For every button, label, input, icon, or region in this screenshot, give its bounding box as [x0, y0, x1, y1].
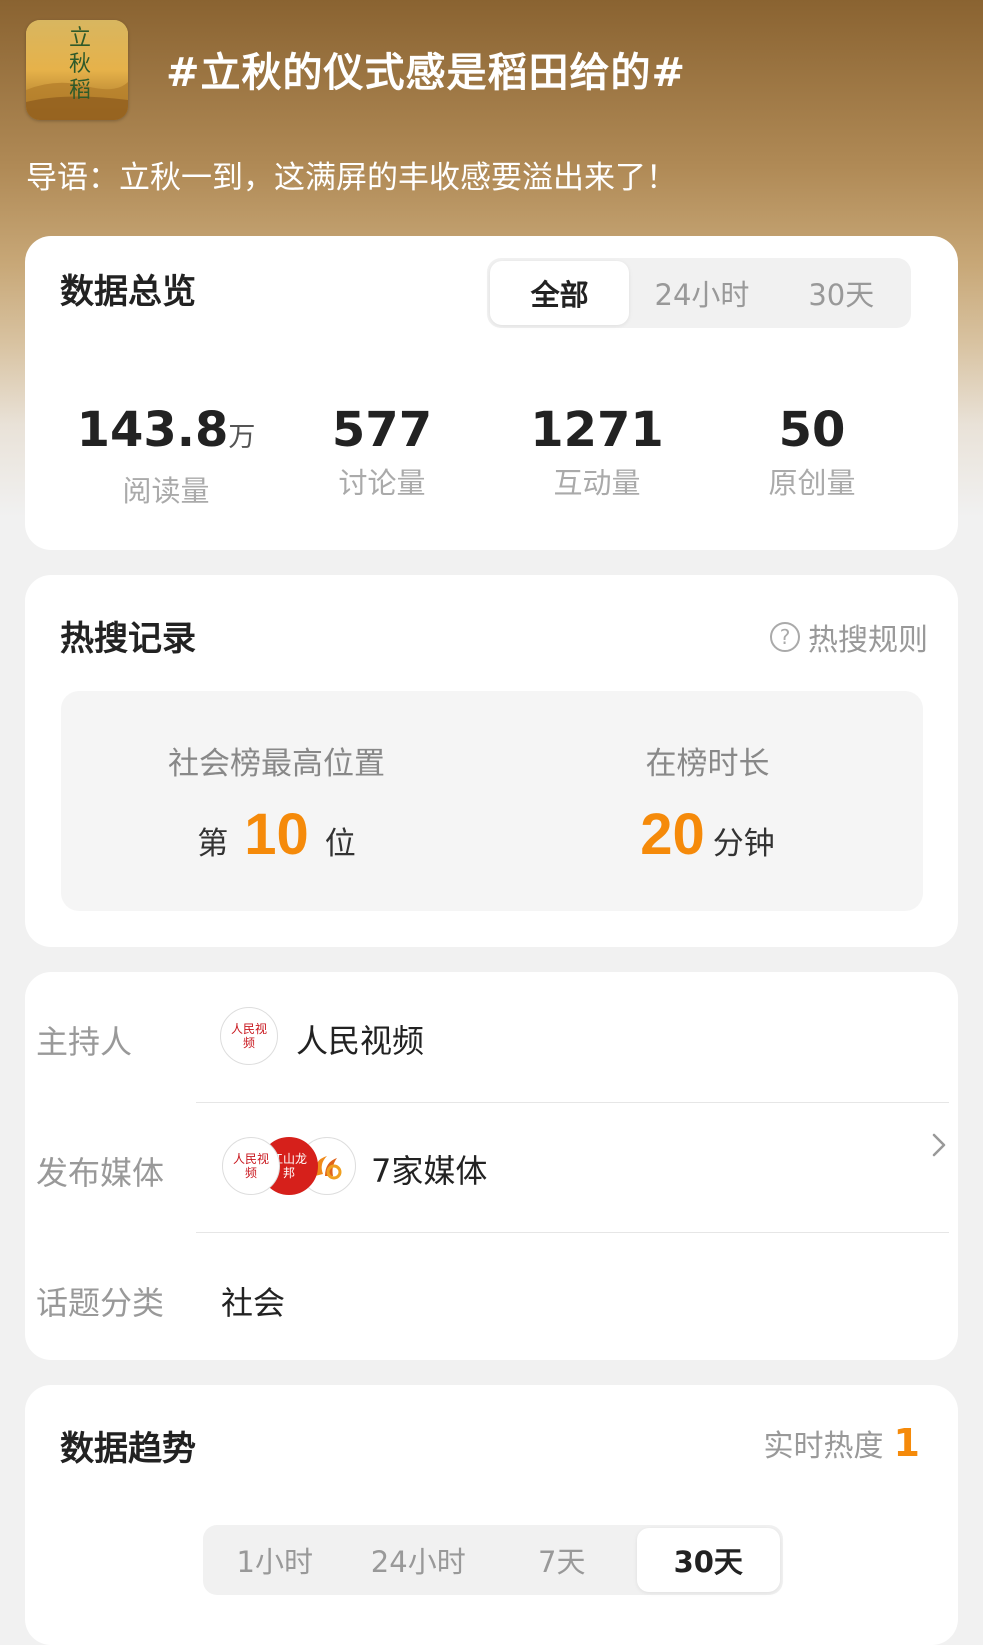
- tab-1h[interactable]: 1小时: [203, 1525, 347, 1595]
- media-avatar-1-text: 人民视频: [233, 1152, 270, 1180]
- hot-duration-value: 20: [640, 802, 705, 867]
- category-label: 话题分类: [36, 1284, 165, 1322]
- hot-rank-suffix: 位: [324, 826, 356, 862]
- divider: [196, 1102, 949, 1103]
- host-avatar[interactable]: 人民视频: [220, 1007, 278, 1065]
- tab-7d[interactable]: 7天: [490, 1525, 634, 1595]
- hot-search-rules-link[interactable]: ? 热搜规则: [770, 615, 928, 659]
- trend-card: 数据趋势 实时热度 1 1小时 24小时 7天 30天: [25, 1385, 958, 1645]
- overview-title: 数据总览: [60, 272, 196, 312]
- media-label: 发布媒体: [36, 1154, 165, 1192]
- stat-discussions-value: 577: [331, 402, 433, 458]
- hot-rank-value-row: 第 10 位: [61, 803, 492, 867]
- realtime-heat-label: 实时热度: [763, 1429, 884, 1464]
- topic-title: #立秋的仪式感是稻田给的#: [166, 50, 687, 96]
- host-label: 主持人: [36, 1023, 133, 1061]
- chevron-right-icon[interactable]: [929, 1130, 949, 1164]
- tab-24h[interactable]: 24小时: [632, 258, 771, 328]
- stat-originals-value: 50: [778, 402, 846, 458]
- hot-rank: 社会榜最高位置 第 10 位: [61, 691, 492, 911]
- stat-interactions-value: 1271: [530, 402, 664, 458]
- host-name[interactable]: 人民视频: [296, 1016, 424, 1062]
- realtime-heat-value: 1: [893, 1421, 920, 1465]
- media-avatar-1: 人民视频: [222, 1137, 280, 1195]
- topic-thumbnail: 立秋稻: [26, 20, 128, 120]
- hot-rank-label: 社会榜最高位置: [168, 746, 385, 782]
- host-avatar-text: 人民视频: [231, 1022, 268, 1050]
- tab-30d[interactable]: 30天: [772, 258, 911, 328]
- stat-reads-label: 阅读量: [122, 474, 210, 508]
- hot-duration-value-row: 20 分钟: [492, 803, 923, 867]
- topic-intro: 导语：立秋一到，这满屏的丰收感要溢出来了！: [26, 160, 677, 196]
- stat-interactions-label: 互动量: [553, 466, 641, 500]
- trend-period-tabs: 1小时 24小时 7天 30天: [203, 1525, 783, 1595]
- stat-discussions[interactable]: 577 讨论量: [282, 400, 482, 502]
- hot-duration-suffix: 分钟: [712, 826, 775, 862]
- stat-originals[interactable]: 50 原创量: [712, 400, 912, 502]
- stat-interactions[interactable]: 1271 互动量: [497, 400, 697, 502]
- overview-period-tabs: 全部 24小时 30天: [487, 258, 911, 328]
- stat-reads-unit: 万: [228, 422, 256, 453]
- divider: [196, 1232, 949, 1233]
- hot-rank-prefix: 第: [197, 826, 229, 862]
- tab-all[interactable]: 全部: [490, 261, 630, 325]
- media-count: 7家媒体: [371, 1152, 488, 1190]
- category-value[interactable]: 社会: [221, 1278, 285, 1324]
- hot-rank-value: 10: [244, 802, 309, 867]
- stat-originals-label: 原创量: [768, 466, 856, 500]
- realtime-heat: 实时热度 1: [764, 1421, 920, 1465]
- stat-reads-value: 143.8: [76, 402, 229, 458]
- topic-info-card: [25, 972, 958, 1360]
- stat-discussions-label: 讨论量: [338, 466, 426, 500]
- tab-24h[interactable]: 24小时: [347, 1525, 491, 1595]
- hot-duration: 在榜时长 20 分钟: [492, 691, 923, 911]
- help-circle-icon: ?: [770, 622, 800, 652]
- hot-search-rules-label: 热搜规则: [808, 623, 928, 658]
- hot-search-card: 热搜记录 ? 热搜规则 社会榜最高位置 第 10 位 在榜时长 20 分钟: [25, 575, 958, 947]
- stat-reads-value-row: 143.8万: [66, 400, 266, 468]
- trend-title: 数据趋势: [60, 1429, 196, 1469]
- hot-duration-label: 在榜时长: [645, 746, 770, 782]
- stat-reads[interactable]: 143.8万 阅读量: [66, 400, 266, 510]
- topic-thumbnail-text: 立秋稻: [68, 26, 91, 103]
- tab-30d[interactable]: 30天: [636, 1528, 780, 1592]
- hot-search-summary: 社会榜最高位置 第 10 位 在榜时长 20 分钟: [61, 691, 923, 911]
- hot-search-title: 热搜记录: [60, 619, 196, 659]
